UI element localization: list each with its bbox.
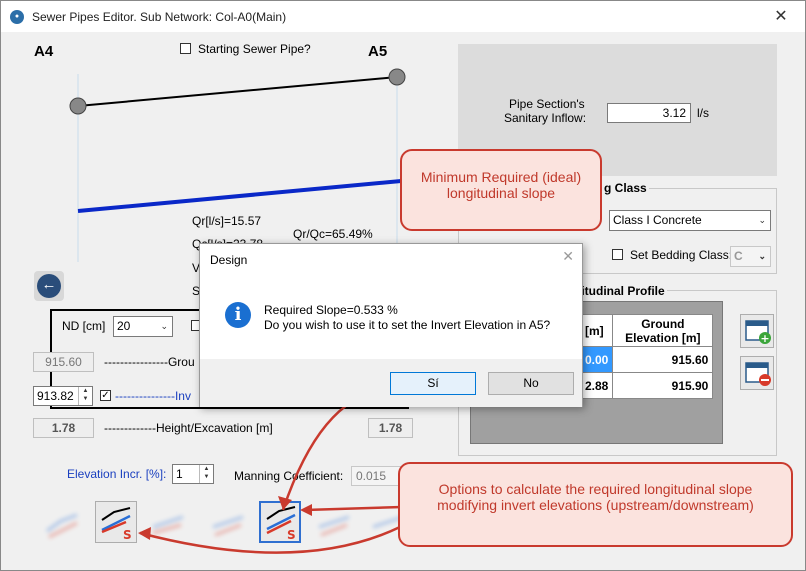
dialog-title: Design [210,253,248,267]
info-icon: i [225,302,251,328]
dialog-message-line1: Required Slope=0.533 % [264,303,398,317]
design-dialog: Design ✕ i Required Slope=0.533 % Do you… [199,243,583,407]
close-icon[interactable]: ✕ [562,248,574,265]
callout-min-slope: Minimum Required (ideal) longitudinal sl… [400,149,602,231]
dialog-message-line2: Do you wish to use it to set the Invert … [264,318,551,332]
no-button[interactable]: No [488,372,574,395]
yes-button[interactable]: Sí [390,372,476,395]
dialog-message: Required Slope=0.533 % Do you wish to us… [264,303,550,333]
callout-options: Options to calculate the required longit… [398,462,793,547]
dialog-footer: Sí No [200,359,582,407]
